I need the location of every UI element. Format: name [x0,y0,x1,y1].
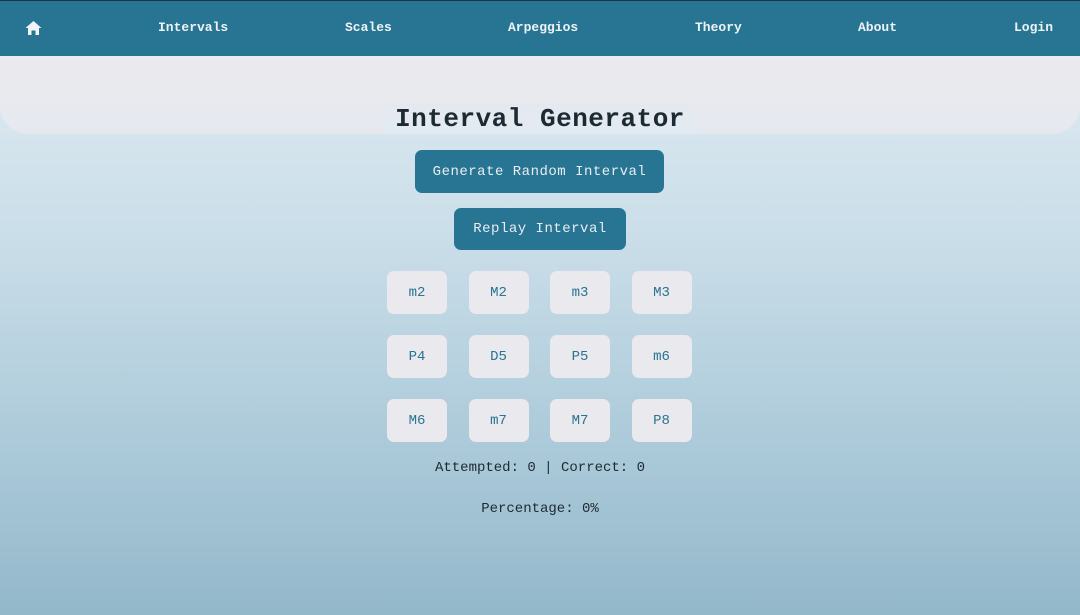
nav-intervals[interactable]: Intervals [158,20,228,35]
nav-login[interactable]: Login [1014,20,1053,35]
nav-about[interactable]: About [858,20,897,35]
interval-button-M2[interactable]: M2 [468,271,529,314]
interval-button-D5[interactable]: D5 [468,335,529,378]
interval-button-M3[interactable]: M3 [631,271,692,314]
interval-button-M7[interactable]: M7 [550,399,610,442]
interval-button-M6[interactable]: M6 [387,399,447,442]
interval-button-m7[interactable]: m7 [468,399,529,442]
interval-button-P5[interactable]: P5 [550,335,610,378]
nav-theory[interactable]: Theory [695,20,742,35]
page-title-text: Interval Generator [385,104,695,134]
home-icon[interactable] [25,20,42,36]
top-navbar: Intervals Scales Arpeggios Theory About … [0,0,1080,56]
interval-button-P8[interactable]: P8 [631,399,692,442]
percentage-stats: Percentage: 0% [481,501,599,517]
nav-arpeggios[interactable]: Arpeggios [508,20,578,35]
attempted-correct-stats: Attempted: 0 | Correct: 0 [434,460,646,476]
interval-button-P4[interactable]: P4 [387,335,447,378]
interval-button-m3[interactable]: m3 [550,271,610,314]
replay-interval-button[interactable]: Replay Interval [454,208,626,250]
page-title: Interval Generator [0,104,1080,134]
nav-scales[interactable]: Scales [345,20,392,35]
generate-random-interval-button[interactable]: Generate Random Interval [415,150,664,193]
interval-answer-grid: m2 M2 m3 M3 P4 D5 P5 m6 M6 m7 M7 P8 [387,271,693,442]
interval-button-m6[interactable]: m6 [631,335,692,378]
interval-button-m2[interactable]: m2 [387,271,447,314]
